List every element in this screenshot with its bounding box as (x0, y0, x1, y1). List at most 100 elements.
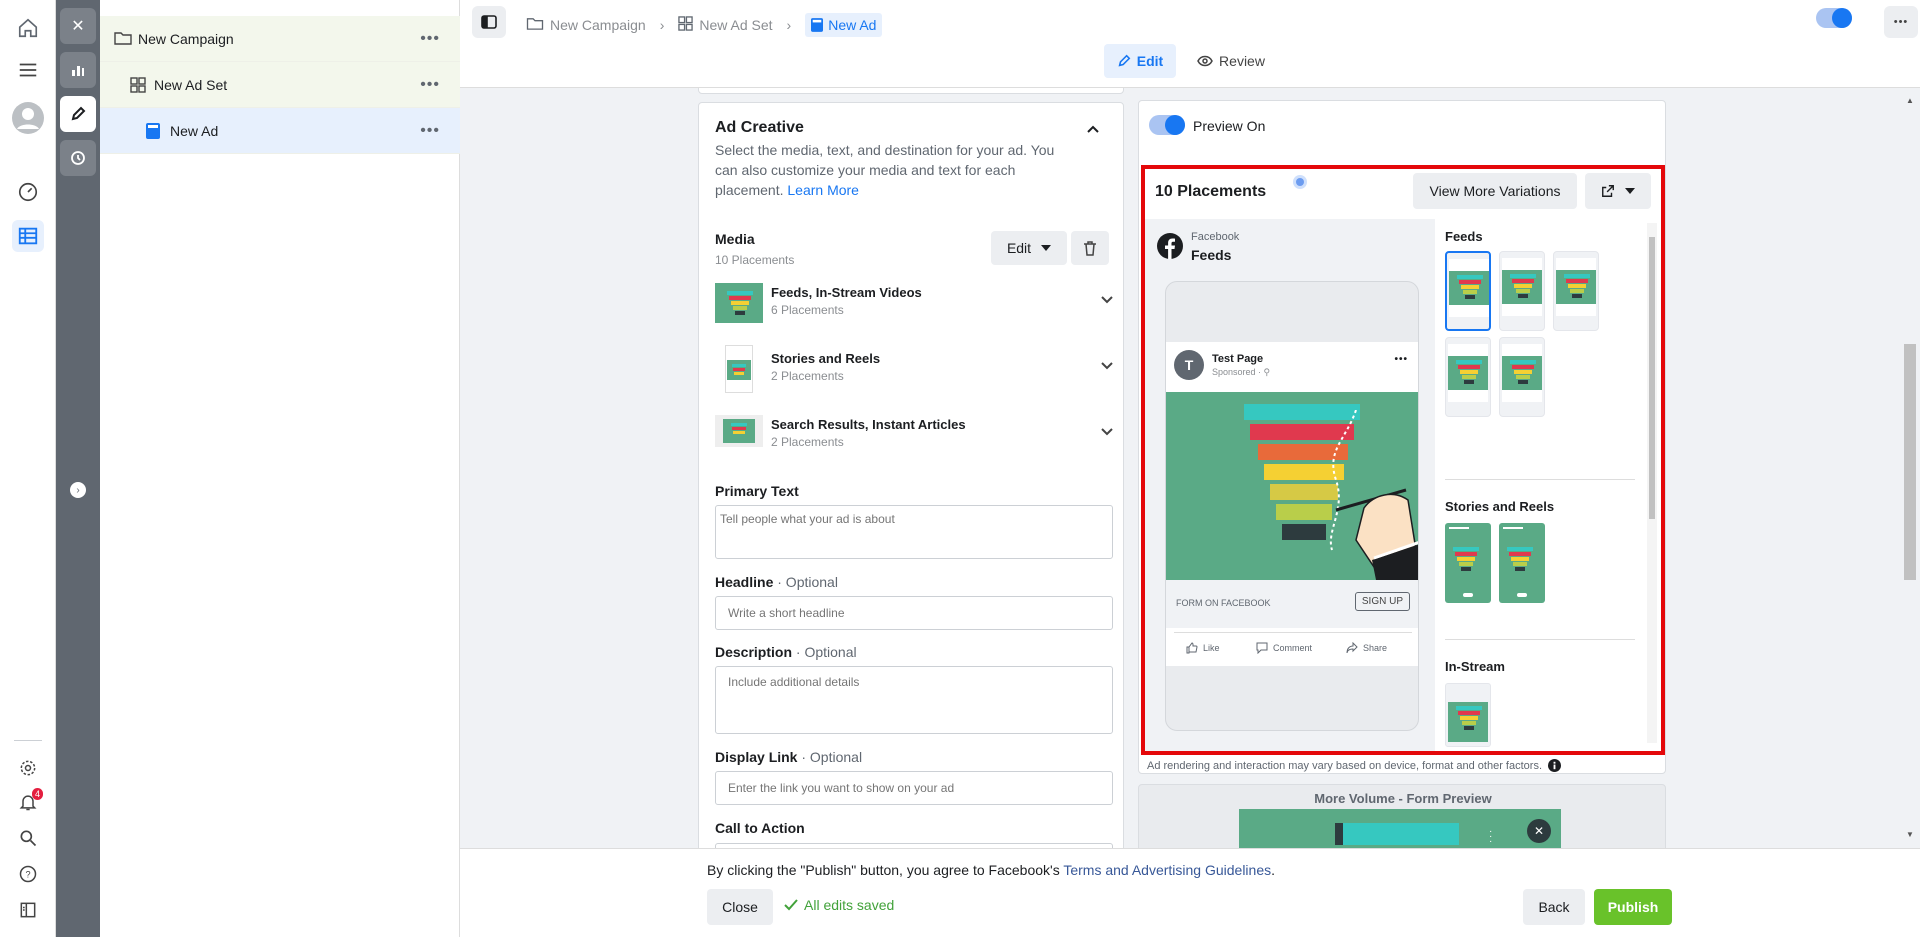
comment-action[interactable]: Comment (1256, 642, 1312, 654)
chevron-down-icon[interactable] (1101, 423, 1113, 439)
like-label: Like (1203, 643, 1220, 653)
ad-creative-card: Ad Creative Select the media, text, and … (698, 102, 1124, 848)
more-icon[interactable]: ••• (420, 76, 440, 94)
optional-tag: · Optional (795, 644, 857, 660)
media-edit-button[interactable]: Edit (991, 231, 1067, 265)
help-icon[interactable]: ? (12, 858, 44, 890)
breadcrumb-ad-label: New Ad (828, 17, 877, 33)
close-button[interactable]: Close (707, 889, 773, 925)
svg-text:?: ? (25, 869, 30, 879)
placement-thumbnail[interactable] (1445, 251, 1491, 331)
tab-edit[interactable]: Edit (1104, 44, 1176, 78)
chart-icon[interactable] (60, 52, 96, 88)
back-button[interactable]: Back (1523, 889, 1585, 925)
primary-text-input[interactable] (715, 505, 1113, 559)
search-icon[interactable] (12, 822, 44, 854)
close-icon[interactable]: ✕ (1527, 819, 1551, 843)
terms-link[interactable]: Terms and Advertising Guidelines (1063, 862, 1271, 878)
media-group-feeds[interactable]: Feeds, In-Stream Videos 6 Placements (715, 279, 1115, 333)
expand-chevron-icon[interactable]: › (70, 482, 86, 498)
learn-more-link[interactable]: Learn More (787, 182, 859, 198)
ad-creative-description: Select the media, text, and destination … (715, 140, 1075, 200)
preview-toggle[interactable] (1149, 115, 1185, 135)
more-icon[interactable]: ••• (420, 30, 440, 48)
home-icon[interactable] (12, 12, 44, 44)
dashboard-icon[interactable] (12, 176, 44, 208)
tree-item-campaign[interactable]: New Campaign ••• (100, 16, 460, 62)
clock-icon[interactable] (60, 140, 96, 176)
breadcrumb-campaign[interactable]: New Campaign (550, 17, 646, 33)
publish-button[interactable]: Publish (1594, 889, 1672, 925)
media-group-search[interactable]: Search Results, Instant Articles 2 Place… (715, 411, 1115, 465)
chevron-up-icon[interactable] (1081, 117, 1105, 141)
tree-item-adset[interactable]: New Ad Set ••• (100, 62, 460, 108)
section-stories: Stories and Reels (1445, 499, 1555, 514)
hand-illustration (1329, 410, 1418, 580)
avatar-icon[interactable] (12, 102, 44, 134)
media-group-stories[interactable]: Stories and Reels 2 Placements (715, 345, 1115, 399)
bell-icon[interactable]: 4 (12, 786, 44, 818)
share-preview-button[interactable] (1585, 173, 1651, 209)
like-action[interactable]: Like (1186, 642, 1220, 654)
delete-media-button[interactable] (1071, 231, 1109, 265)
caret-down-icon (1625, 188, 1635, 194)
placements-scrollbar[interactable] (1647, 223, 1657, 743)
top-toggle[interactable] (1816, 8, 1852, 28)
placement-thumbnail[interactable] (1553, 251, 1599, 331)
view-more-variations-button[interactable]: View More Variations (1413, 173, 1577, 209)
page-scrollbar[interactable]: ▲ ▼ (1900, 88, 1920, 846)
more-options-button[interactable]: ••• (1884, 6, 1918, 38)
media-thumbnail (715, 415, 763, 447)
sign-up-button[interactable]: SIGN UP (1354, 592, 1410, 611)
more-volume-title: More Volume - Form Preview (1314, 791, 1492, 806)
media-group-title: Search Results, Instant Articles (771, 417, 966, 432)
folder-icon (526, 16, 544, 34)
folder-icon (114, 30, 132, 49)
feed-preview-pane: Facebook Feeds T Test Page Sponsored · ⚲… (1145, 219, 1435, 751)
caret-down-icon (1041, 245, 1052, 251)
page-avatar: T (1174, 350, 1204, 380)
comment-icon (1256, 642, 1268, 654)
sponsored-label: Sponsored · ⚲ (1212, 367, 1271, 377)
description-input[interactable] (715, 666, 1113, 734)
tab-review[interactable]: Review (1186, 44, 1276, 78)
description-label: Description · Optional (715, 644, 857, 660)
chevron-right-icon: › (786, 17, 792, 33)
placement-thumbnail[interactable] (1499, 337, 1545, 417)
media-group-title: Feeds, In-Stream Videos (771, 285, 922, 300)
ad-image (1166, 392, 1418, 580)
chevron-down-icon[interactable] (1101, 291, 1113, 307)
share-action[interactable]: Share (1346, 642, 1387, 654)
like-icon (1186, 642, 1198, 654)
media-label: Media (715, 231, 755, 247)
chevron-down-icon[interactable] (1101, 357, 1113, 373)
placement-thumbnail[interactable] (1445, 683, 1491, 747)
breadcrumb-adset[interactable]: New Ad Set (699, 17, 772, 33)
placement-thumbnail[interactable] (1499, 251, 1545, 331)
placement-thumbnail[interactable] (1499, 523, 1545, 603)
settings-icon[interactable] (12, 752, 44, 784)
comment-label: Comment (1273, 643, 1313, 653)
media-group-count: 2 Placements (771, 369, 844, 383)
section-feeds: Feeds (1445, 229, 1483, 244)
display-link-label-text: Display Link (715, 749, 798, 765)
placement-thumbnail[interactable] (1445, 337, 1491, 417)
media-group-count: 6 Placements (771, 303, 844, 317)
panel-toggle-icon[interactable] (472, 6, 506, 38)
grid-icon (130, 77, 146, 96)
display-link-input[interactable] (715, 771, 1113, 805)
pencil-icon[interactable] (60, 96, 96, 132)
placement-thumbnail[interactable] (1445, 523, 1491, 603)
agreement-period: . (1271, 862, 1276, 878)
headline-input[interactable] (715, 596, 1113, 630)
disclaimer-text: Ad rendering and interaction may vary ba… (1147, 759, 1542, 772)
media-count: 10 Placements (715, 253, 795, 267)
trash-icon (1084, 241, 1096, 256)
sidebar-icon[interactable] (12, 894, 44, 926)
more-icon[interactable]: ••• (420, 122, 440, 140)
table-icon[interactable] (12, 220, 44, 252)
menu-icon[interactable] (12, 54, 44, 86)
close-icon[interactable]: ✕ (60, 8, 96, 44)
tree-item-ad[interactable]: New Ad ••• (100, 108, 460, 154)
breadcrumb-ad[interactable]: New Ad (805, 13, 883, 37)
